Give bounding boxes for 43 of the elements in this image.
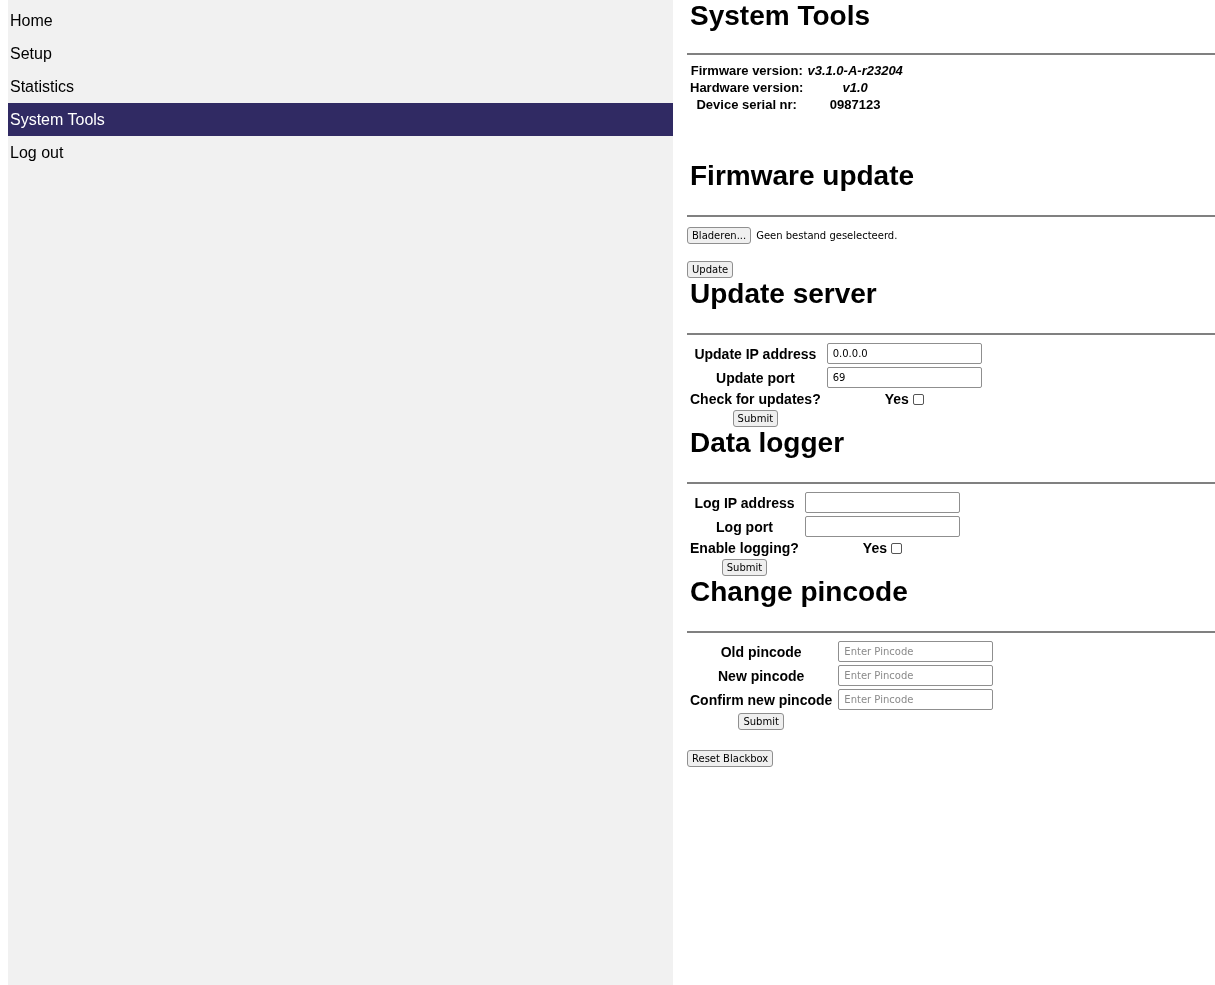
form-label: Old pincode [720, 643, 802, 660]
checkbox[interactable] [912, 393, 924, 405]
form-label: New pincode [718, 667, 805, 684]
checkbox[interactable] [890, 542, 902, 554]
sidebar-item[interactable]: System Tools [8, 103, 673, 136]
input-field[interactable]: 69 [826, 367, 982, 388]
info-label: Device serial nr: [696, 97, 797, 112]
form-label: Check for updates? [690, 391, 821, 407]
form-label: Update port [716, 369, 795, 386]
section-heading: Data logger [689, 427, 846, 459]
input-field[interactable] [804, 492, 960, 513]
info-value: v1.0 [842, 80, 868, 95]
info-label: Hardware version: [690, 80, 804, 95]
form-label: Enable logging? [690, 540, 799, 556]
input-field[interactable] [804, 516, 960, 537]
sidebar-item[interactable]: Setup [8, 37, 673, 70]
sidebar-item[interactable]: Log out [8, 136, 673, 169]
form-label: Confirm new pincode [690, 691, 833, 708]
section-heading: Firmware update [689, 160, 916, 192]
browse-button[interactable]: Bladeren... [687, 227, 752, 244]
submit-button[interactable]: Submit [721, 559, 768, 576]
submit-button[interactable]: Submit [732, 410, 779, 427]
input-field[interactable]: Enter Pincode [838, 689, 994, 710]
reset-button[interactable]: Reset Blackbox [687, 750, 774, 767]
section-heading: System Tools [689, 0, 871, 32]
input-field[interactable]: Enter Pincode [838, 641, 994, 662]
checkbox-label: Yes [862, 540, 887, 556]
input-field[interactable]: 0.0.0.0 [826, 343, 982, 364]
input-field[interactable]: Enter Pincode [838, 665, 994, 686]
submit-button[interactable]: Submit [738, 713, 784, 730]
info-label: Firmware version: [690, 63, 803, 78]
sidebar-item[interactable]: Statistics [8, 70, 673, 103]
form-label: Update IP address [694, 345, 817, 362]
form-label: Log port [716, 518, 773, 535]
file-status: Geen bestand geselecteerd. [756, 230, 898, 241]
update-button[interactable]: Update [687, 261, 734, 278]
sidebar-item[interactable]: Home [8, 4, 673, 37]
info-value: 0987123 [829, 97, 881, 112]
info-value: v3.1.0-A-r23204 [807, 63, 903, 78]
checkbox-label: Yes [884, 391, 909, 407]
section-heading: Update server [689, 278, 878, 310]
section-heading: Change pincode [689, 576, 909, 608]
form-label: Log IP address [694, 494, 795, 511]
